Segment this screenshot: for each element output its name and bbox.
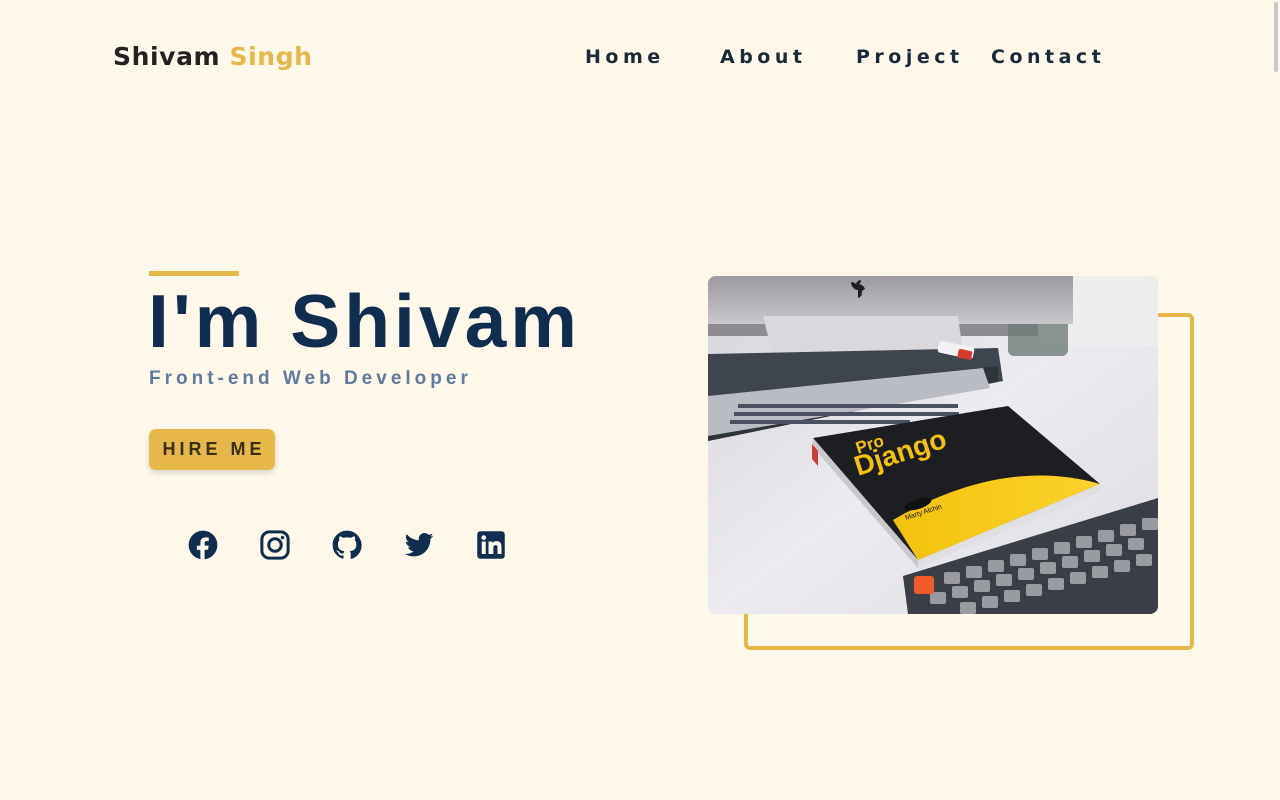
nav-link-about[interactable]: About	[720, 46, 806, 68]
nav-link-home[interactable]: Home	[585, 46, 665, 68]
nav-link-contact[interactable]: Contact	[991, 46, 1105, 68]
logo-last-name: Singh	[229, 42, 313, 71]
hire-me-button[interactable]: HIRE ME	[149, 429, 275, 470]
linkedin-icon[interactable]	[476, 530, 506, 560]
facebook-icon[interactable]	[188, 530, 218, 560]
hero-subtitle: Front-end Web Developer	[149, 368, 472, 389]
hero-accent-bar	[149, 271, 239, 276]
scrollbar[interactable]	[1272, 0, 1280, 800]
hero-photo: Pro Django Marty Alchin	[708, 276, 1158, 614]
nav-link-project[interactable]: Project	[856, 46, 964, 68]
hero-title: I'm Shivam	[148, 279, 581, 363]
site-logo[interactable]: Shivam Singh	[113, 42, 313, 71]
scrollbar-thumb[interactable]	[1274, 2, 1278, 72]
desk-book-illustration: Pro Django Marty Alchin	[708, 276, 1158, 614]
twitter-icon[interactable]	[404, 530, 434, 560]
logo-first-name: Shivam	[113, 42, 221, 71]
github-icon[interactable]	[332, 530, 362, 560]
instagram-icon[interactable]	[260, 530, 290, 560]
